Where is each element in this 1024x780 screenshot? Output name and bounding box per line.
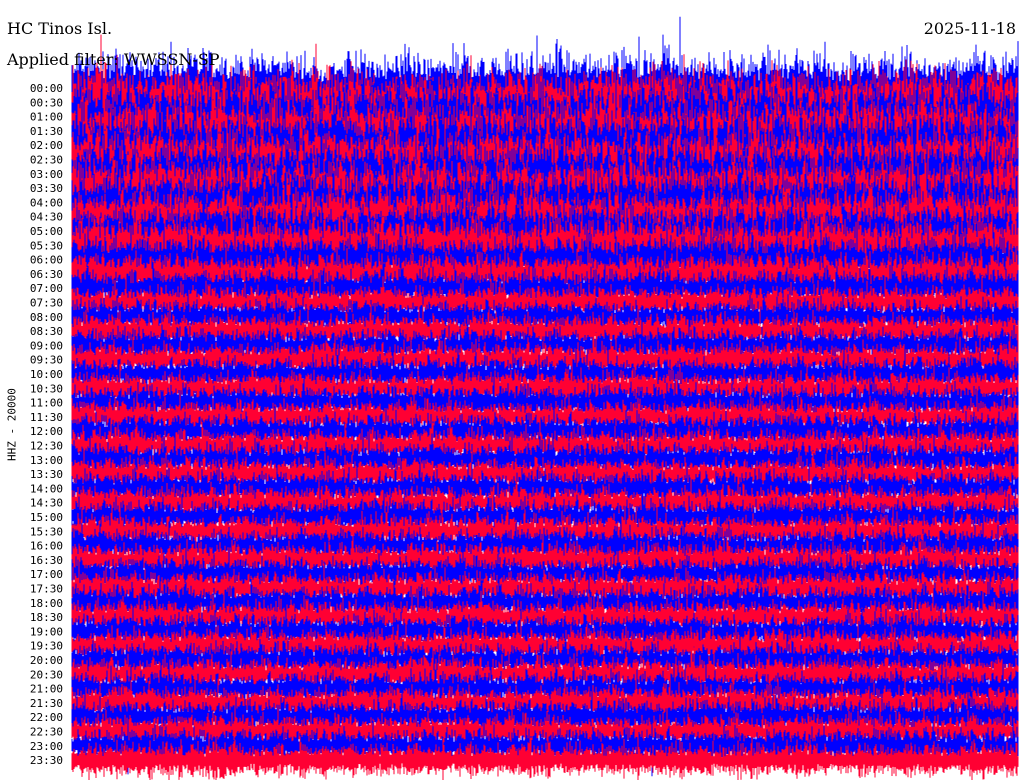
row-label: 18:30 (30, 611, 63, 624)
helicorder-plot: 00:0000:30 01:0001:3002:00 02:3003:0003:30… (30, 16, 1019, 780)
row-label: 11:30 (30, 411, 63, 424)
row-label: 23:00 (30, 740, 63, 753)
row-label: 12:30 (30, 440, 63, 453)
row-label: 05:00 (30, 225, 63, 238)
row-label: 02:00 (30, 139, 63, 152)
row-label: 20:30 (30, 668, 63, 681)
row-label: 20:00 (30, 654, 63, 667)
row-label: 07:30 (30, 297, 63, 310)
row-label: 15:00 (30, 511, 63, 524)
row-label: 23:30 (30, 754, 63, 767)
row-label: 07:00 (30, 282, 63, 295)
row-label: 13:30 (30, 468, 63, 481)
row-label: 05:30 (30, 239, 63, 252)
row-label: 19:00 (30, 625, 63, 638)
row-label: 03:30 (30, 182, 63, 195)
row-labels: 00:0000:30 01:0001:3002:00 02:3003:0003:30… (30, 82, 63, 767)
row-label: 00:00 (30, 82, 63, 95)
row-label: 16:00 (30, 540, 63, 553)
row-label: 17:00 (30, 568, 63, 581)
row-label: 19:30 (30, 640, 63, 653)
row-label: 04:30 (30, 211, 63, 224)
row-label: 06:00 (30, 254, 63, 267)
row-label: 03:00 (30, 168, 63, 181)
row-label: 21:30 (30, 697, 63, 710)
row-label: 22:00 (30, 711, 63, 724)
row-label: 22:30 (30, 726, 63, 739)
row-label: 15:30 (30, 525, 63, 538)
row-label: 02:30 (30, 154, 63, 167)
row-label: 04:00 (30, 196, 63, 209)
row-label: 09:00 (30, 339, 63, 352)
row-label: 13:00 (30, 454, 63, 467)
row-label: 10:00 (30, 368, 63, 381)
row-label: 12:00 (30, 425, 63, 438)
row-label: 16:30 (30, 554, 63, 567)
row-label: 21:00 (30, 683, 63, 696)
row-label: 11:00 (30, 397, 63, 410)
row-label: 01:00 (30, 111, 63, 124)
row-label: 09:30 (30, 354, 63, 367)
row-label: 06:30 (30, 268, 63, 281)
row-label: 14:00 (30, 482, 63, 495)
row-label: 08:30 (30, 325, 63, 338)
row-label: 14:30 (30, 497, 63, 510)
row-label: 18:00 (30, 597, 63, 610)
row-label: 10:30 (30, 382, 63, 395)
row-label: 00:30 (30, 96, 63, 109)
row-label: 08:00 (30, 311, 63, 324)
filter-label: Applied filter: WWSSN-SP (7, 50, 220, 69)
row-label: 01:30 (30, 125, 63, 138)
row-label: 17:30 (30, 583, 63, 596)
traces (71, 16, 1019, 780)
